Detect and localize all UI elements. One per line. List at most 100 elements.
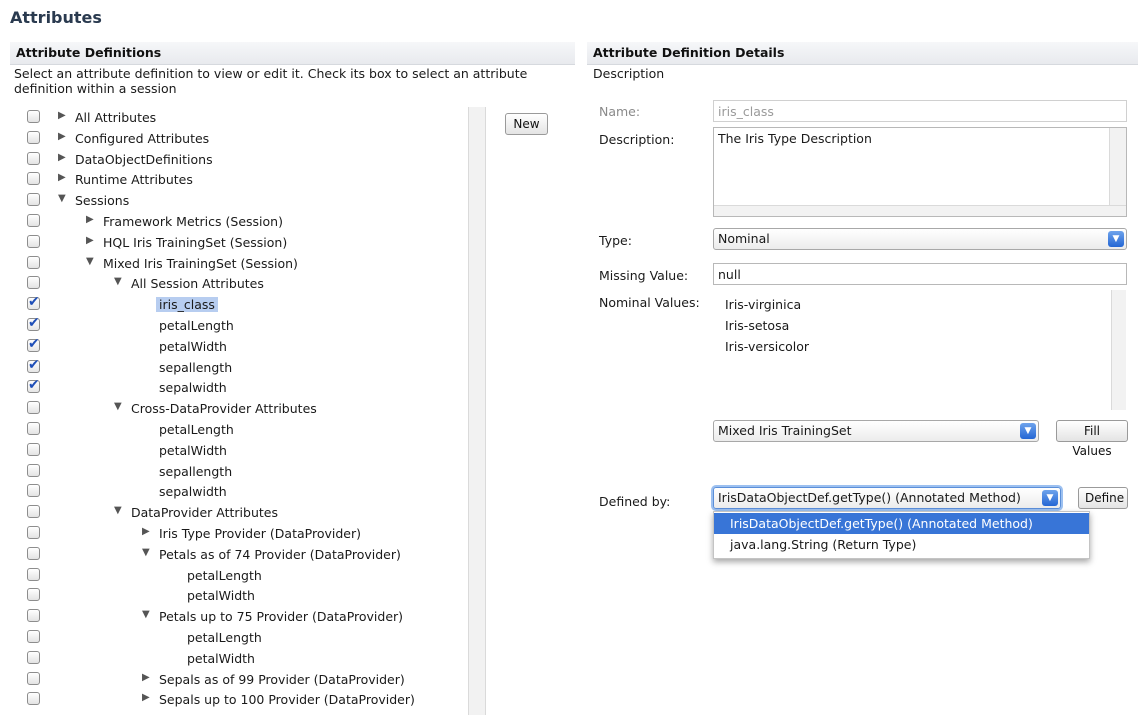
tree-row[interactable]: petalWidth [14,648,470,668]
row-checkbox[interactable] [27,630,40,643]
expand-triangle-icon[interactable]: ▼ [86,256,98,267]
tree-item-label[interactable]: All Attributes [75,110,156,125]
row-checkbox[interactable] [27,546,40,560]
tree-item-label[interactable]: HQL Iris TrainingSet (Session) [103,235,287,250]
tree-item-label[interactable]: sepalwidth [159,380,227,395]
description-textarea[interactable]: The Iris Type Description [713,127,1127,217]
description-scrollbar[interactable] [1109,128,1126,206]
tree-row[interactable]: ▶ Configured Attributes [14,128,470,148]
tree-row[interactable]: sepallength [14,461,470,481]
tree-row[interactable]: sepallength [14,357,470,377]
tree-item-label[interactable]: Cross-DataProvider Attributes [131,401,317,416]
row-checkbox[interactable] [27,294,40,311]
new-button[interactable]: New [505,113,548,135]
row-checkbox[interactable] [27,151,40,165]
tree-row[interactable]: ▶ Sepals as of 99 Provider (DataProvider) [14,669,470,689]
tree-row[interactable]: ▼ DataProvider Attributes [14,502,470,522]
type-select[interactable]: Nominal ▼ [713,228,1127,250]
tree-item-label[interactable]: sepallength [159,360,232,375]
collapse-triangle-icon[interactable]: ▶ [142,692,154,703]
tree-row[interactable]: petalWidth [14,585,470,605]
expand-triangle-icon[interactable]: ▼ [114,505,126,516]
row-checkbox[interactable] [27,692,40,706]
tree-item-label[interactable]: Framework Metrics (Session) [103,214,283,229]
tree-item-label[interactable]: Sessions [75,193,129,208]
tree-row[interactable]: ▼ Petals as of 74 Provider (DataProvider) [14,544,470,564]
expand-triangle-icon[interactable]: ▼ [142,609,154,620]
row-checkbox[interactable] [27,401,40,415]
tree-item-label[interactable]: sepallength [159,464,232,479]
collapse-triangle-icon[interactable]: ▶ [58,152,70,163]
dropdown-option-return-type[interactable]: java.lang.String (Return Type) [714,534,1089,555]
collapse-triangle-icon[interactable]: ▶ [58,131,70,142]
row-checkbox[interactable] [27,377,40,394]
row-checkbox[interactable] [27,484,40,498]
row-checkbox[interactable] [27,193,40,207]
tree-item-label[interactable]: petalWidth [159,339,227,354]
tree-row[interactable]: ▶ All Attributes [14,107,470,127]
tree-item-label[interactable]: Configured Attributes [75,131,209,146]
tree-row[interactable]: petalLength [14,627,470,647]
expand-triangle-icon[interactable]: ▼ [114,401,126,412]
row-checkbox[interactable] [27,463,40,477]
tree-row[interactable]: iris_class [14,294,470,314]
tree-item-label[interactable]: petalWidth [187,588,255,603]
define-button[interactable]: Define [1078,487,1128,509]
tree-item-label[interactable]: sepalwidth [159,484,227,499]
row-checkbox[interactable] [27,567,40,581]
tree-item-label[interactable]: Iris Type Provider (DataProvider) [159,526,361,541]
tree-item-label[interactable]: petalLength [159,318,234,333]
tree-row[interactable]: sepalwidth [14,377,470,397]
dropdown-option-annotated-method[interactable]: IrisDataObjectDef.getType() (Annotated M… [714,513,1089,534]
tree-row[interactable]: ▶ Sepals up to 100 Provider (DataProvider… [14,689,470,709]
row-checkbox[interactable] [27,130,40,144]
tree-row[interactable]: petalLength [14,419,470,439]
nominal-value-item[interactable]: Iris-virginica [725,297,801,312]
row-checkbox[interactable] [27,214,40,227]
collapse-triangle-icon[interactable]: ▶ [142,526,154,537]
tree-item-label[interactable]: DataObjectDefinitions [75,152,213,167]
row-checkbox[interactable] [27,526,40,539]
tree-item-label[interactable]: Petals as of 74 Provider (DataProvider) [159,547,401,562]
tree-item-label[interactable]: All Session Attributes [131,276,264,291]
tree-row[interactable]: ▼ Mixed Iris TrainingSet (Session) [14,253,470,273]
tree-row[interactable]: petalWidth [14,336,470,356]
tree-item-label[interactable]: petalLength [159,422,234,437]
row-checkbox[interactable] [27,671,40,685]
collapse-triangle-icon[interactable]: ▶ [58,172,70,183]
tree-item-label[interactable]: Sepals as of 99 Provider (DataProvider) [159,672,405,687]
tree-item-label[interactable]: Petals up to 75 Provider (DataProvider) [159,609,403,624]
row-checkbox[interactable] [27,609,40,623]
tree-row[interactable]: ▶ DataObjectDefinitions [14,149,470,169]
row-checkbox[interactable] [27,422,40,435]
tree-row[interactable]: petalLength [14,565,470,585]
row-checkbox[interactable] [27,172,40,186]
tree-item-label[interactable]: iris_class [156,297,218,313]
row-checkbox[interactable] [27,357,40,373]
row-checkbox[interactable] [27,588,40,602]
row-checkbox[interactable] [27,315,40,331]
tree-row[interactable]: ▶ Framework Metrics (Session) [14,211,470,231]
tree-item-label[interactable]: petalLength [187,630,262,645]
tree-row[interactable]: ▼ Petals up to 75 Provider (DataProvider) [14,606,470,626]
expand-triangle-icon[interactable]: ▼ [142,547,154,558]
nominal-values-scrollbar[interactable] [1111,290,1126,410]
row-checkbox[interactable] [27,234,40,248]
row-checkbox[interactable] [27,255,40,269]
description-hscrollbar[interactable] [714,205,1126,216]
row-checkbox[interactable] [27,336,40,352]
collapse-triangle-icon[interactable]: ▶ [86,235,98,246]
expand-triangle-icon[interactable]: ▼ [114,276,126,287]
tree-row[interactable]: ▼ Sessions [14,190,470,210]
tree-row[interactable]: ▶ Iris Type Provider (DataProvider) [14,523,470,543]
nominal-value-item[interactable]: Iris-setosa [725,318,789,333]
tree-row[interactable]: ▶ Runtime Attributes [14,169,470,189]
collapse-triangle-icon[interactable]: ▶ [58,110,70,121]
tree-item-label[interactable]: Mixed Iris TrainingSet (Session) [103,256,298,271]
tree-item-label[interactable]: petalLength [187,568,262,583]
expand-triangle-icon[interactable]: ▼ [58,193,70,204]
tree-item-label[interactable]: petalWidth [187,651,255,666]
collapse-triangle-icon[interactable]: ▶ [142,672,154,683]
tree-row[interactable]: petalWidth [14,440,470,460]
tree-scrollbar[interactable] [468,107,486,715]
